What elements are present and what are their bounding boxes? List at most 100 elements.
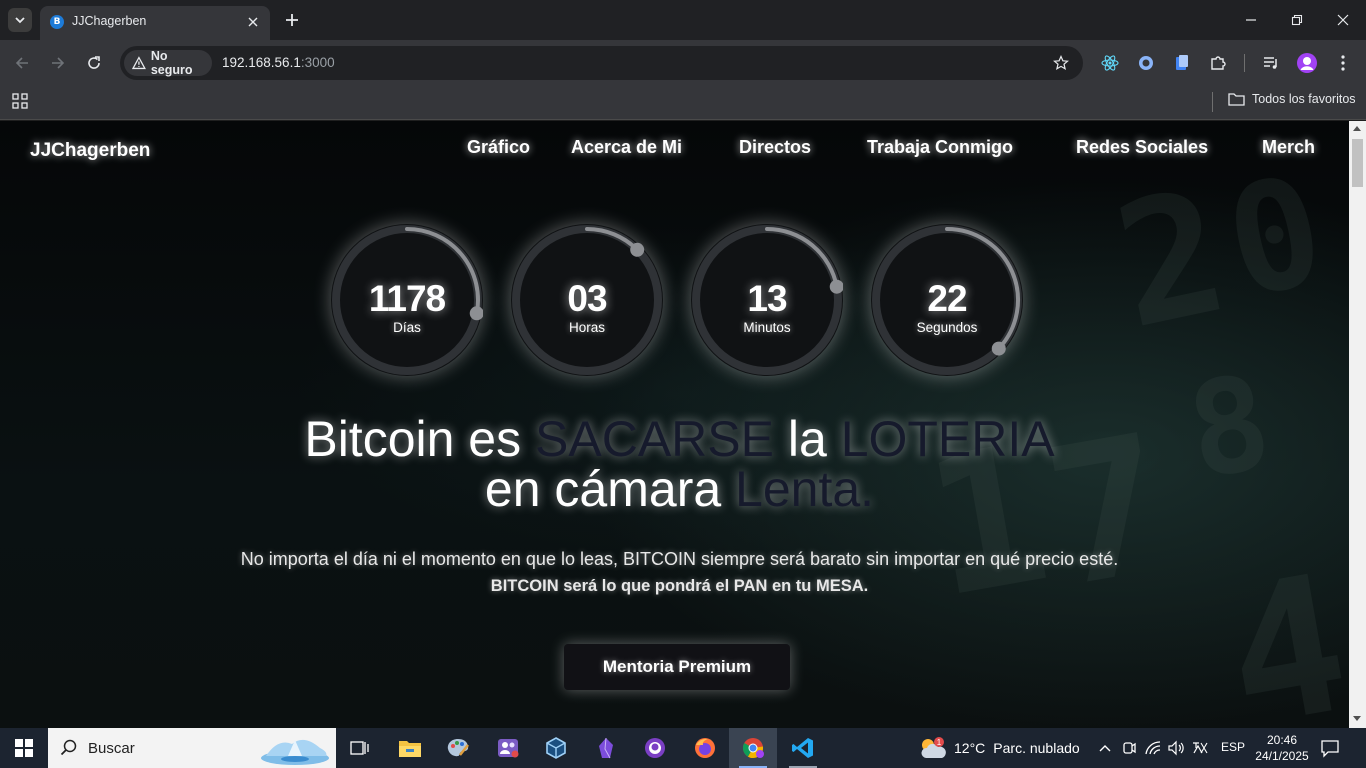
weather-description: Parc. nublado (993, 740, 1080, 756)
countdown-seconds: 22 Segundos (871, 224, 1023, 376)
browser-menu-button[interactable] (1332, 52, 1354, 74)
extension-circle[interactable] (1135, 52, 1157, 74)
scroll-up-arrow-icon[interactable] (1353, 126, 1361, 131)
chevron-down-icon (15, 17, 25, 24)
taskbar-firefox[interactable] (681, 728, 729, 768)
reload-button[interactable] (82, 51, 106, 75)
tray-language[interactable]: ESP (1221, 740, 1245, 754)
start-button[interactable] (0, 728, 48, 768)
url-port: :3000 (300, 55, 335, 70)
nav-link-grafico[interactable]: Gráfico (467, 137, 530, 158)
vscode-icon (792, 738, 813, 758)
countdown-hours: 03 Horas (511, 224, 663, 376)
taskbar-vscode[interactable] (779, 728, 827, 768)
obsidian-icon (599, 737, 613, 759)
nav-link-redes[interactable]: Redes Sociales (1076, 137, 1208, 158)
close-window-button[interactable] (1320, 0, 1366, 40)
taskbar-clock[interactable]: 20:46 24/1/2025 (1254, 732, 1310, 764)
ring-progress-knob (630, 242, 645, 257)
taskbar-paint[interactable] (434, 728, 482, 768)
headline-text: Bitcoin es (304, 411, 536, 467)
taskbar-teams[interactable] (484, 728, 532, 768)
countdown-label: Minutos (743, 320, 791, 335)
restore-button[interactable] (1274, 0, 1320, 40)
nav-link-acerca[interactable]: Acerca de Mi (571, 137, 682, 158)
countdown-value: 03 (567, 278, 607, 319)
tray-overflow-button[interactable] (1095, 738, 1115, 758)
forward-button[interactable] (46, 51, 70, 75)
chrome-icon (742, 738, 764, 759)
mentoria-premium-button[interactable]: Mentoria Premium (564, 644, 790, 690)
react-icon (1101, 55, 1119, 71)
scrollbar-thumb[interactable] (1352, 139, 1363, 187)
weather-widget[interactable]: 1 12°C Parc. nublado (918, 728, 1080, 768)
tray-volume[interactable] (1166, 738, 1186, 758)
nav-link-merch[interactable]: Merch (1262, 137, 1315, 158)
teams-icon (498, 739, 519, 758)
countdown-value: 1178 (368, 278, 446, 319)
taskbar-github-desktop[interactable] (631, 728, 679, 768)
extensions-button[interactable] (1207, 52, 1229, 74)
extension-docs[interactable] (1171, 52, 1193, 74)
all-bookmarks-button[interactable]: Todos los favoritos (1228, 92, 1356, 106)
tray-input-indicator[interactable] (1190, 738, 1210, 758)
windows-logo-icon (15, 739, 33, 757)
countdown-value: 13 (747, 278, 787, 319)
site-logo[interactable]: JJChagerben (30, 140, 150, 162)
arrow-left-icon (15, 57, 28, 69)
countdown-value: 22 (927, 278, 967, 319)
notification-icon (1321, 740, 1339, 758)
close-icon (248, 17, 258, 27)
minimize-button[interactable] (1228, 0, 1274, 40)
headline-accent: SACARSE (535, 411, 774, 467)
headline-text: en cámara (484, 461, 736, 517)
profile-button[interactable] (1296, 52, 1318, 74)
puzzle-icon (1211, 56, 1226, 70)
folder-icon (399, 741, 421, 757)
security-chip[interactable]: No seguro (124, 49, 212, 77)
taskbar-virtualbox[interactable] (532, 728, 580, 768)
tab-close-button[interactable] (244, 13, 262, 31)
tray-network[interactable] (1143, 738, 1163, 758)
clock-date: 24/1/2025 (1255, 749, 1309, 763)
weather-badge: 1 (937, 738, 942, 747)
headline-text: la (773, 411, 841, 467)
folder-icon (1228, 93, 1245, 106)
more-vertical-icon (1341, 55, 1345, 71)
windows-taskbar: Buscar 1 12°C Parc. nublado ESP 20:46 24… (0, 728, 1366, 768)
document-icon (1176, 55, 1188, 70)
apps-button[interactable] (12, 93, 30, 111)
wifi-icon (1145, 741, 1161, 755)
task-view-button[interactable] (336, 728, 384, 768)
back-button[interactable] (10, 51, 34, 75)
taskbar-search-box[interactable]: Buscar (48, 728, 336, 768)
countdown-days: 1178 Días (331, 224, 483, 376)
page-scrollbar[interactable] (1349, 121, 1366, 728)
tray-meet-now[interactable] (1119, 738, 1139, 758)
taskbar-obsidian[interactable] (582, 728, 630, 768)
react-devtools-extension[interactable] (1099, 52, 1121, 74)
ring-progress-knob (991, 341, 1006, 356)
toolbar-divider (1244, 54, 1245, 72)
headline-accent: LOTERIA (840, 411, 1055, 467)
restore-icon (1291, 14, 1303, 26)
taskbar-file-explorer[interactable] (386, 728, 434, 768)
media-controls-button[interactable] (1260, 52, 1282, 74)
bookmark-star-button[interactable] (1051, 53, 1071, 73)
minimize-icon (1246, 19, 1256, 21)
new-tab-button[interactable] (282, 10, 302, 30)
cloud-sun-icon: 1 (921, 737, 946, 758)
reload-icon (88, 56, 100, 69)
taskbar-chrome[interactable] (729, 728, 777, 768)
browser-tab[interactable]: B JJChagerben (40, 6, 270, 40)
scroll-down-arrow-icon[interactable] (1353, 716, 1361, 721)
countdown-label: Días (393, 320, 421, 335)
tab-search-button[interactable] (8, 8, 32, 32)
nav-link-trabaja[interactable]: Trabaja Conmigo (867, 137, 1013, 158)
headline-accent: Lenta. (735, 461, 875, 517)
nav-link-directos[interactable]: Directos (739, 137, 811, 158)
address-bar[interactable]: No seguro 192.168.56.1:3000 (120, 46, 1083, 80)
search-icon (60, 739, 77, 756)
notification-center-button[interactable] (1320, 738, 1344, 758)
all-bookmarks-label: Todos los favoritos (1252, 92, 1356, 106)
